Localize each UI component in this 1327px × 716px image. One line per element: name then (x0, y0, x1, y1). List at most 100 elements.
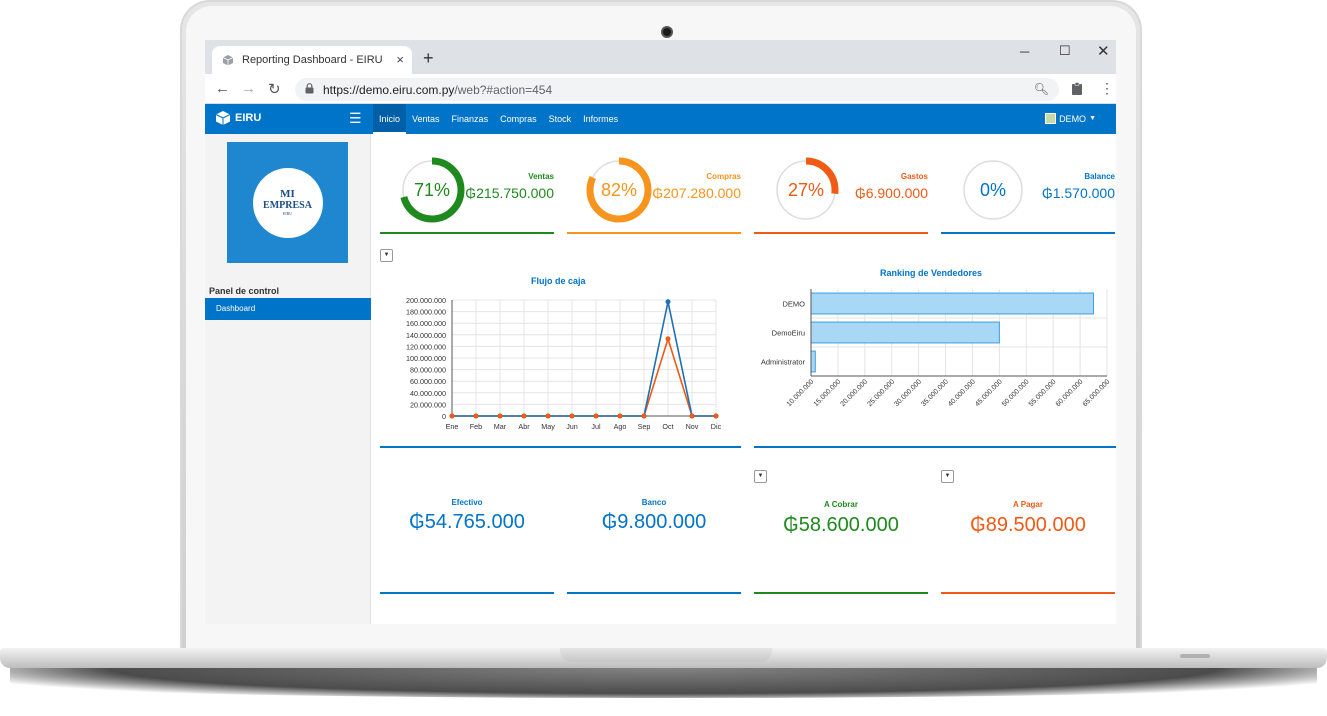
x-tick-label: Feb (470, 422, 482, 431)
cashflow-line-chart: 0 20.000.000 40.000.000 60.000.000 80.000.00… (406, 296, 722, 431)
laptop-notch (560, 648, 772, 662)
data-point (617, 413, 623, 419)
screen: Reporting Dashboard - EIRU × + ─ ☐ ✕ ← →… (205, 40, 1116, 624)
total-label: Efectivo (451, 498, 483, 507)
maximize-icon[interactable]: ☐ (1059, 43, 1071, 59)
minimize-icon[interactable]: ─ (1020, 44, 1029, 59)
menu-item-inicio[interactable]: Inicio (373, 104, 407, 134)
url-path: /web?#action=454 (454, 82, 553, 97)
category-label: DEMO (783, 300, 806, 309)
total-card-a-cobrar: A Cobrar ₲58.600.000 (754, 500, 928, 594)
kpi-card-balance: 0% Balance ₲1.570.000 (941, 154, 1115, 234)
kpi-label: Balance (1084, 172, 1115, 181)
close-window-icon[interactable]: ✕ (1097, 42, 1110, 60)
x-tick-label: 25.000.000 (866, 378, 896, 408)
total-card-efectivo: Efectivo ₲54.765.000 (380, 498, 554, 594)
url-prefix: https:// (323, 82, 360, 97)
x-tick-label: Ago (614, 422, 627, 431)
y-tick-label: 140.000.000 (406, 331, 446, 340)
kpi-percent: 71% (413, 180, 451, 200)
receivables-options-dropdown[interactable]: ▼ (754, 470, 767, 483)
kpi-value: ₲1.570.000 (1041, 185, 1115, 201)
total-underline (754, 592, 928, 594)
address-bar[interactable]: https://demo.eiru.com.py/web?#action=454… (295, 78, 1059, 101)
data-point (689, 413, 695, 419)
x-tick-label: 35.000.000 (920, 378, 950, 408)
kebab-menu-icon[interactable]: ⋮ (1100, 80, 1114, 97)
cube-icon (222, 55, 234, 66)
total-underline (567, 592, 741, 594)
total-label: A Pagar (1013, 500, 1043, 509)
menu-item-ventas[interactable]: Ventas (406, 104, 446, 134)
data-point (593, 413, 599, 419)
lock-icon (305, 83, 314, 94)
x-tick-label: 50.000.000 (1001, 378, 1031, 408)
url-host: demo.eiru.com.py (359, 82, 455, 97)
company-logo-circle: MI EMPRESA EIRU (252, 167, 323, 238)
browser-tab[interactable]: Reporting Dashboard - EIRU × (212, 46, 412, 74)
zoom-icon[interactable]: 🔍︎ (1034, 82, 1049, 96)
reload-icon[interactable]: ↻ (268, 80, 281, 98)
webcam (661, 26, 673, 38)
y-tick-label: 200.000.000 (406, 296, 446, 305)
clipboard-icon[interactable] (1071, 82, 1083, 96)
kpi-card-compras: 82% Compras ₲207.280.000 (567, 154, 741, 234)
x-tick-label: 40.000.000 (947, 378, 977, 408)
payables-options-dropdown[interactable]: ▼ (941, 470, 954, 483)
x-tick-label: 30.000.000 (893, 378, 923, 408)
close-tab-icon[interactable]: × (396, 52, 404, 67)
ranking-underline (754, 446, 1116, 448)
total-card-banco: Banco ₲9.800.000 (567, 498, 741, 594)
menu-item-stock[interactable]: Stock (543, 104, 578, 134)
user-menu[interactable]: DEMO ▼ (1045, 113, 1096, 124)
kpi-card-ventas: 71% Ventas ₲215.750.000 (380, 154, 554, 234)
menu-item-compras[interactable]: Compras (494, 104, 543, 134)
kpi-percent: 27% (787, 180, 825, 200)
menu-item-finanzas[interactable]: Finanzas (446, 104, 495, 134)
y-tick-label: 80.000.000 (410, 366, 446, 375)
y-tick-label: 120.000.000 (406, 342, 446, 351)
kpi-underline (567, 232, 741, 234)
y-tick-label: 100.000.000 (406, 354, 446, 363)
data-point (713, 413, 719, 419)
logo-line-3: EIRU (282, 210, 293, 216)
category-label: Administrator (761, 358, 806, 367)
kpi-value: ₲215.750.000 (465, 185, 554, 201)
new-tab-button[interactable]: + (423, 48, 434, 69)
total-value: ₲54.765.000 (409, 511, 525, 533)
ranking-bar (810, 292, 1095, 315)
total-card-a-pagar: A Pagar ₲89.500.000 (941, 500, 1115, 594)
chart-options-dropdown[interactable]: ▼ (380, 249, 393, 262)
data-point (449, 413, 455, 419)
sidebar-section-title: Panel de control (209, 286, 280, 296)
y-tick-label: 60.000.000 (410, 377, 446, 386)
y-tick-label: 20.000.000 (410, 400, 446, 409)
kpi-value: ₲207.280.000 (652, 185, 741, 201)
x-tick-label: 10.000.000 (786, 378, 816, 408)
browser-tab-strip: Reporting Dashboard - EIRU × + ─ ☐ ✕ (205, 40, 1116, 74)
main-menu: Inicio Ventas Finanzas Compras Stock Inf… (373, 104, 624, 134)
kpi-label: Compras (706, 172, 741, 181)
laptop-indicator (1180, 654, 1210, 658)
kpi-percent: 0% (979, 180, 1006, 200)
sidebar-item-dashboard[interactable]: Dashboard (205, 298, 371, 320)
menu-item-informes[interactable]: Informes (577, 104, 624, 134)
x-tick-label: Nov (686, 422, 699, 431)
total-label: A Cobrar (824, 500, 858, 509)
back-icon[interactable]: ← (215, 80, 230, 97)
brand-name: EIRU (235, 112, 262, 124)
kpi-underline (380, 232, 554, 234)
x-tick-label: 55.000.000 (1028, 378, 1058, 408)
ranking-bar (810, 321, 1000, 344)
kpi-underline (941, 232, 1115, 234)
brand[interactable]: EIRU (215, 110, 261, 126)
x-tick-label: Ene (446, 422, 459, 431)
kpi-label: Gastos (900, 172, 928, 181)
forward-icon[interactable]: → (241, 80, 256, 97)
hamburger-menu-icon[interactable]: ☰ (349, 110, 362, 127)
x-tick-label: Oct (662, 422, 673, 431)
x-tick-label: Abr (518, 422, 530, 431)
series-line (452, 301, 716, 417)
data-point (569, 413, 575, 419)
category-label: DemoEiru (772, 329, 805, 338)
